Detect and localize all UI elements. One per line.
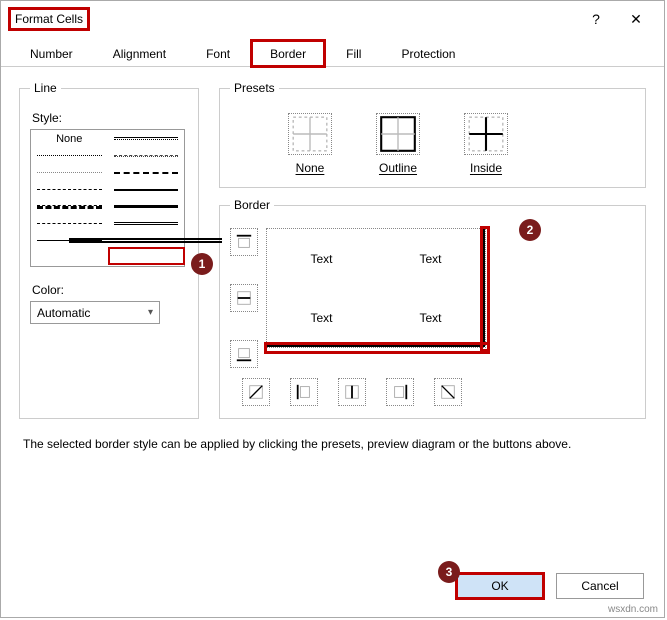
border-legend: Border (230, 198, 274, 212)
line-style-option[interactable] (31, 181, 108, 198)
preset-inside-icon (464, 113, 508, 155)
line-style-list[interactable]: None (30, 129, 185, 267)
border-preview[interactable]: Text Text Text Text (266, 228, 486, 348)
border-middle-h-button[interactable] (230, 284, 258, 312)
line-style-option[interactable] (108, 147, 185, 164)
ok-button[interactable]: OK (456, 573, 544, 599)
line-group: Line Style: None (19, 81, 199, 419)
callout-3: 3 (438, 561, 460, 583)
preview-cell: Text (267, 229, 376, 288)
preset-none-label: None (296, 161, 325, 175)
color-combo[interactable]: Automatic ▾ (30, 301, 160, 324)
preview-cell: Text (376, 288, 485, 347)
border-top-button[interactable] (230, 228, 258, 256)
line-legend: Line (30, 81, 61, 95)
annotation-box (480, 226, 490, 352)
dialog-title: Format Cells (9, 8, 89, 30)
border-diag-down-button[interactable] (434, 378, 462, 406)
line-style-option[interactable] (108, 181, 185, 198)
preset-none-icon (288, 113, 332, 155)
callout-2: 2 (519, 219, 541, 241)
line-style-option[interactable] (108, 164, 185, 181)
border-middle-v-button[interactable] (338, 378, 366, 406)
border-left-button[interactable] (290, 378, 318, 406)
preset-outline[interactable]: Outline (368, 113, 428, 175)
border-right-button[interactable] (386, 378, 414, 406)
preview-cell: Text (267, 288, 376, 347)
style-label: Style: (32, 111, 188, 125)
help-button[interactable]: ? (576, 4, 616, 34)
tab-number[interactable]: Number (11, 40, 92, 67)
presets-group: Presets None Outline (219, 81, 646, 188)
preview-cell: Text (376, 229, 485, 288)
color-label: Color: (32, 283, 188, 297)
line-style-option[interactable] (31, 198, 108, 215)
description-text: The selected border style can be applied… (23, 437, 642, 451)
line-style-option-selected[interactable] (108, 232, 185, 249)
line-style-none[interactable]: None (56, 133, 82, 145)
border-bottom-button[interactable] (230, 340, 258, 368)
tab-strip: Number Alignment Font Border Fill Protec… (1, 37, 664, 67)
border-group: Border Text Text Text Text (219, 198, 646, 419)
cancel-button[interactable]: Cancel (556, 573, 644, 599)
line-style-option[interactable] (31, 164, 108, 181)
line-style-option[interactable] (108, 198, 185, 215)
preset-inside[interactable]: Inside (456, 113, 516, 175)
tab-fill[interactable]: Fill (327, 40, 380, 67)
line-style-option[interactable] (108, 130, 185, 147)
preset-outline-label: Outline (379, 161, 417, 175)
chevron-down-icon: ▾ (148, 307, 153, 318)
color-value: Automatic (37, 306, 90, 320)
watermark: wsxdn.com (608, 604, 658, 615)
callout-1: 1 (191, 253, 213, 275)
annotation-box (264, 342, 490, 354)
preset-outline-icon (376, 113, 420, 155)
preset-inside-label: Inside (470, 161, 502, 175)
preset-none[interactable]: None (280, 113, 340, 175)
selected-style-highlight (110, 249, 183, 263)
line-style-option[interactable] (31, 215, 108, 232)
line-style-option[interactable] (108, 215, 185, 232)
tab-alignment[interactable]: Alignment (94, 40, 185, 67)
line-style-option[interactable] (31, 147, 108, 164)
close-button[interactable]: ✕ (616, 4, 656, 34)
tab-font[interactable]: Font (187, 40, 249, 67)
tab-border[interactable]: Border (251, 40, 325, 67)
tab-protection[interactable]: Protection (382, 40, 474, 67)
border-diag-up-button[interactable] (242, 378, 270, 406)
presets-legend: Presets (230, 81, 279, 95)
